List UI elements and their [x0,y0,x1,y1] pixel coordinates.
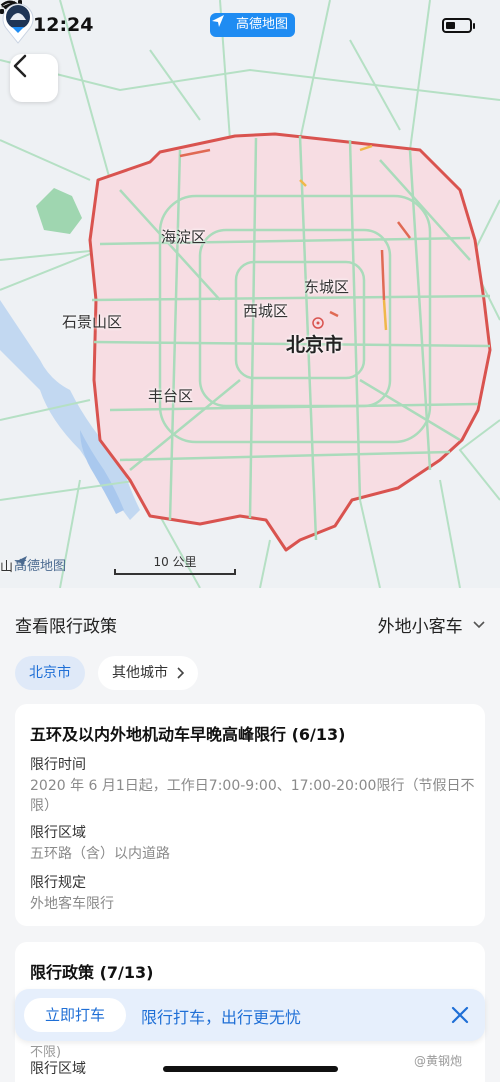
map-label-edge: 山 [0,560,14,575]
policy-card-title: 五环及以内外地机动车早晚高峰限行 (6/13) [30,725,346,744]
promo-text: 限行打车，出行更无忧 [141,1008,302,1027]
city-chip-beijing[interactable]: 北京市 [15,656,85,690]
close-icon[interactable] [449,1004,471,1026]
home-indicator[interactable] [163,1066,338,1072]
vehicle-type-select[interactable]: 外地小客车 [378,612,486,637]
policy-card-6: 五环及以内外地机动车早晚高峰限行 (6/13) 限行时间 2020 年 6 月1… [15,704,485,926]
app-badge-label: 高德地图 [236,17,289,32]
city-chip-other-label: 其他城市 [112,665,168,681]
ride-promo-banner: 立即打车 限行打车，出行更无忧 [15,989,485,1041]
back-to-app-badge[interactable]: 高德地图 [210,13,296,37]
chevron-down-icon [473,621,485,629]
chevron-right-icon [177,667,184,679]
city-chip-other[interactable]: 其他城市 [98,656,198,690]
watermark: @黄钢炮 [414,1054,463,1068]
limit-area-value: 五环路（含）以内道路 [30,846,170,862]
chevron-left-icon [13,54,27,78]
amap-logo-icon [212,15,224,27]
map-label-shijingshan: 石景山区 [62,313,123,331]
map-provider-logo: 高德地图 [14,555,66,574]
amap-logo-icon [15,556,27,568]
status-time: 12:24 [33,14,94,36]
policy-card-title-2: 限行政策 (7/13) [30,963,154,982]
limit-area-label: 限行区域 [30,825,86,841]
limit-time-label: 限行时间 [30,757,86,773]
panel-title: 查看限行政策 [15,617,117,637]
map-scale-bar [114,569,236,575]
map-label-beijing: 北京市 [286,334,344,356]
map-label-xicheng: 西城区 [243,302,289,320]
limit-time-value: 2020 年 6 月1日起，工作日7:00-9:00、17:00-20:00限行… [30,778,475,814]
map-label-haidian: 海淀区 [161,228,207,246]
policy-panel-header: 查看限行政策 外地小客车 [0,588,500,658]
vehicle-type-label: 外地小客车 [377,617,463,637]
map-canvas [0,0,500,588]
status-bar: 12:24 高德地图 [0,0,500,52]
map-scale: 10 公里 [114,553,236,575]
map-label-dongcheng: 东城区 [304,278,350,296]
map-view[interactable]: 12:24 高德地图 海淀区 东城区 石景山区 西城区 北京市 丰台区 山 高德… [0,0,500,588]
map-label-fengtai: 丰台区 [148,387,194,405]
car-location-icon[interactable] [0,0,36,44]
peek-area-label: 限行区域 [30,1061,86,1077]
back-button[interactable] [10,54,58,102]
map-scale-label: 10 公里 [153,555,197,569]
battery-icon [442,18,475,33]
limit-rule-value: 外地客车限行 [30,896,114,912]
limit-rule-label: 限行规定 [30,875,86,891]
hail-ride-button[interactable]: 立即打车 [24,998,126,1032]
